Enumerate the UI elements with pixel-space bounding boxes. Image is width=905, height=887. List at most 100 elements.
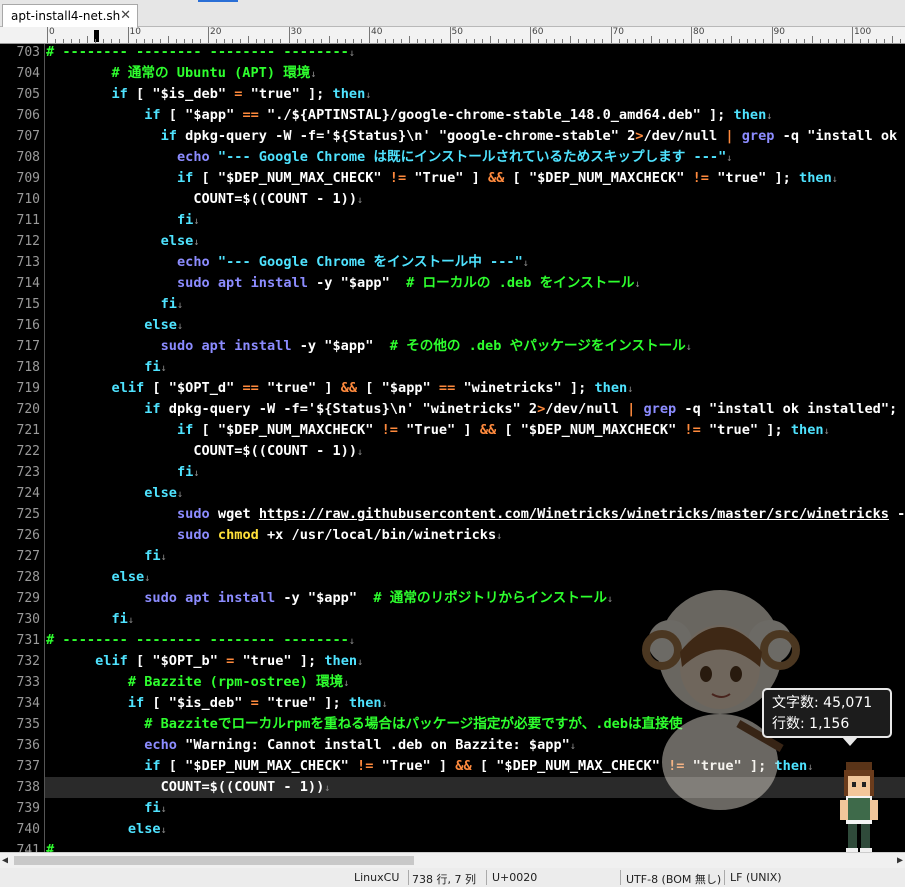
ruler-tick [530,27,531,43]
ruler-tick [578,39,580,43]
status-separator [486,870,487,885]
code-token: then [790,422,824,438]
code-token: ↓ [685,342,692,353]
code-line[interactable]: 704 # 通常の Ubuntu (APT) 環境↓ [0,63,905,84]
code-line[interactable]: 716 else↓ [0,315,905,336]
code-token: echo [176,149,210,165]
status-syntax[interactable]: LinuxCU [354,871,406,885]
ruler-tick [95,39,97,43]
status-line-ending[interactable]: LF (UNIX) [730,871,810,885]
code-token: ↓ [627,384,634,395]
line-number: 716 [16,318,40,333]
code-token: "$DEP_NUM_MAX_CHECK" [496,758,660,774]
code-line[interactable]: 711 fi↓ [0,210,905,231]
code-line[interactable]: 724 else↓ [0,483,905,504]
code-line[interactable]: 718 fi↓ [0,357,905,378]
code-line[interactable]: 719 elif [ "$OPT_d" == "true" ] && [ "$a… [0,378,905,399]
line-number: 718 [16,360,40,375]
line-number: 737 [16,759,40,774]
code-line[interactable]: 720 if dpkg-query -W -f='${Status}\n' "w… [0,399,905,420]
code-line[interactable]: 715 fi↓ [0,294,905,315]
ruler-tick [360,39,362,43]
code-line[interactable]: 722 COUNT=$((COUNT - 1))↓ [0,441,905,462]
code-token: "true" [242,653,292,669]
line-number: 726 [16,528,40,543]
code-token: "True" [414,170,464,186]
code-text: # Bazzite (rpm-ostree) 環境↓ [46,672,349,694]
code-line[interactable]: 710 COUNT=$((COUNT - 1))↓ [0,189,905,210]
line-number: 715 [16,297,40,312]
code-line[interactable]: 741 # [0,840,905,852]
code-token: dpkg-query -W -f= [176,128,325,144]
ruler-label: 30 [290,27,302,37]
ruler-label: 60 [532,27,544,37]
ruler-tick [385,39,387,43]
line-number: 710 [16,192,40,207]
scroll-right-icon[interactable]: ▶ [897,855,903,866]
code-token: sudo [176,527,210,543]
code-token: ]; [700,107,734,123]
code-token: ]; [291,653,325,669]
code-token: -y [307,275,341,291]
line-number: 720 [16,402,40,417]
code-token: [ [127,86,153,102]
line-number: 733 [16,675,40,690]
code-token: ↓ [634,279,641,290]
code-token: sudo apt install [176,275,308,291]
code-token: fi [144,359,161,375]
ruler-tick [658,39,660,43]
code-line[interactable]: 740 else↓ [0,819,905,840]
ruler-tick [771,27,773,43]
code-line[interactable]: 706 if [ "$app" == "./${APTINSTAL}/googl… [0,105,905,126]
code-token: fi [176,464,194,480]
close-icon[interactable]: ✕ [120,8,131,23]
code-token: # -------- -------- -------- -------- [46,44,349,60]
code-line[interactable]: 714 sudo apt install -y "$app" # ローカルの .… [0,273,905,294]
line-number: 704 [16,66,40,81]
code-line[interactable]: 709 if [ "$DEP_NUM_MAX_CHECK" != "True" … [0,168,905,189]
code-text: if dpkg-query -W -f='${Status}\n' "winet… [46,399,905,420]
code-token: != [348,758,382,774]
status-position[interactable]: 738 行, 7 列 [412,871,484,885]
code-text: # -------- -------- -------- --------↓ [46,44,355,64]
ruler-tick [127,27,129,43]
status-encoding[interactable]: UTF-8 (BOM 無し) [626,871,722,885]
ruler-tick [626,39,628,43]
code-line[interactable]: 707 if dpkg-query -W -f='${Status}\n' "g… [0,126,905,147]
scrollbar-thumb[interactable] [14,856,414,865]
ruler-gutter [0,27,45,44]
ruler-tick [369,27,370,43]
ruler-tick [884,39,886,43]
code-token: else [144,485,177,501]
code-line[interactable]: 708 echo "--- Google Chrome は既にインストールされて… [0,147,905,168]
code-token: # ローカルの .deb をインストール [389,275,635,291]
code-line[interactable]: 726 sudo chmod +x /usr/local/bin/winetri… [0,525,905,546]
ruler-tick [103,39,105,43]
code-line[interactable]: 705 if [ "$is_deb" = "true" ]; then↓ [0,84,905,105]
code-line[interactable]: 713 echo "--- Google Chrome をインストール中 ---… [0,252,905,273]
ruler-tick [47,27,48,43]
tab-file[interactable]: apt-install4-net.sh ✕ [2,4,138,27]
code-line[interactable]: 727 fi↓ [0,546,905,567]
code-line[interactable]: 717 sudo apt install -y "$app" # その他の .d… [0,336,905,357]
code-token: else [144,317,177,333]
code-line[interactable]: 703 # -------- -------- -------- --------… [0,44,905,63]
code-line[interactable]: 721 if [ "$DEP_NUM_MAXCHECK" != "True" ]… [0,420,905,441]
line-number: 731 [16,633,40,648]
code-token: ] [430,758,456,774]
scroll-left-icon[interactable]: ◀ [2,855,8,866]
code-line[interactable]: 712 else↓ [0,231,905,252]
code-token: if [176,422,194,438]
code-token: "true" [267,380,317,396]
code-token: then [324,653,358,669]
code-token: # Bazzite (rpm-ostree) 環境 [46,674,344,690]
code-token: '${Status}\n' [307,401,415,417]
code-line[interactable]: 723 fi↓ [0,462,905,483]
code-line[interactable]: 725 sudo wget https://raw.githubusercont… [0,504,905,525]
line-number: 736 [16,738,40,753]
horizontal-scrollbar[interactable]: ◀ ▶ [0,852,905,868]
code-token: "$DEP_NUM_MAXCHECK" [217,422,374,438]
